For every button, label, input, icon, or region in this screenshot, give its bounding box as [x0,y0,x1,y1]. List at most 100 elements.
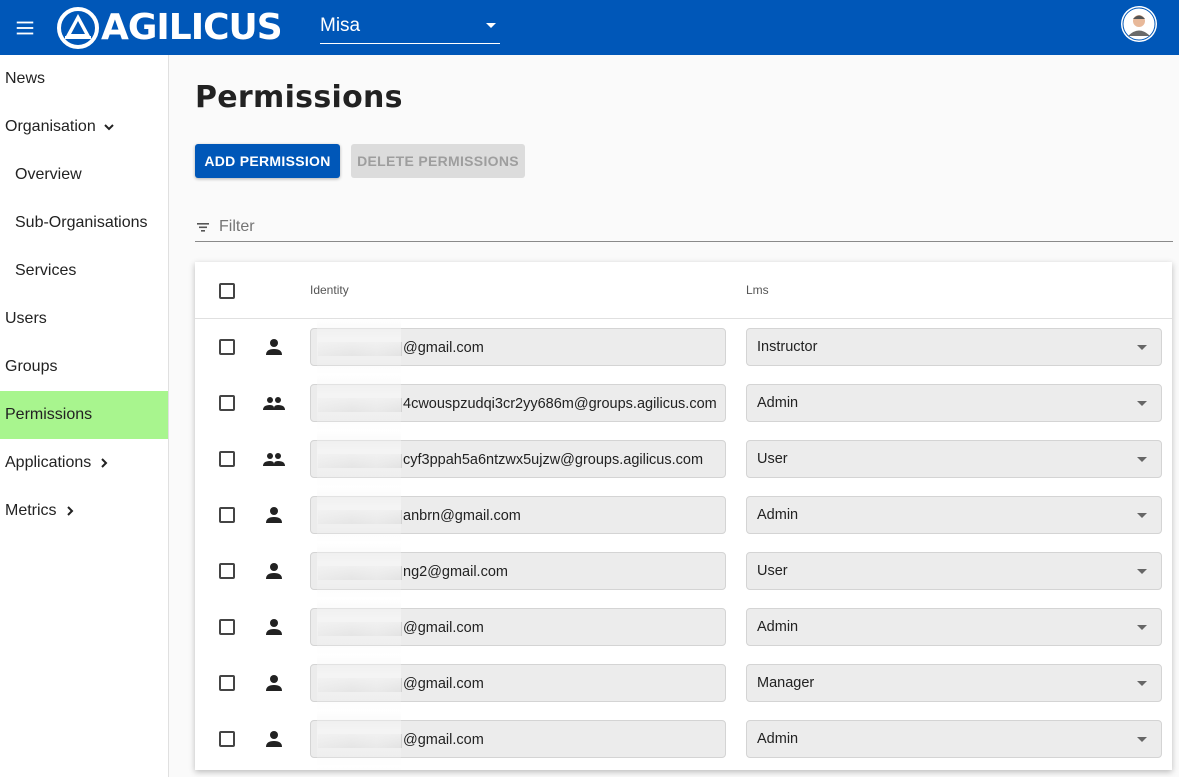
lms-role-select[interactable]: Admin [746,608,1162,646]
lms-role-value: Admin [757,731,799,747]
redacted-area [318,398,402,412]
identity-field[interactable]: @gmail.com [310,608,726,646]
person-icon [261,671,287,695]
redacted-area [318,622,402,636]
redacted-area [318,734,402,748]
row-checkbox[interactable] [219,563,235,579]
sidebar-item-label: Metrics [5,502,57,519]
lms-role-select[interactable]: Manager [746,664,1162,702]
sidebar-item-overview[interactable]: Overview [0,151,168,199]
dropdown-arrow-icon [1137,736,1147,742]
identity-value: @gmail.com [403,676,484,692]
column-header-identity: Identity [310,283,349,297]
sidebar-item-news[interactable]: News [0,55,168,103]
dropdown-arrow-icon [1137,400,1147,406]
redacted-area [318,342,402,356]
sidebar-item-label: Sub-Organisations [15,214,148,231]
lms-role-value: Admin [757,619,799,635]
add-permission-button[interactable]: ADD PERMISSION [195,144,340,178]
logo-text: AGILICUS [101,6,283,48]
identity-field[interactable]: 4cwouspzudqi3cr2yy686m@groups.agilicus.c… [310,384,726,422]
group-icon [261,447,287,471]
sidebar-item-groups[interactable]: Groups [0,343,168,391]
redacted-area [318,566,402,580]
sidebar-item-metrics[interactable]: Metrics [0,487,168,535]
identity-field[interactable]: @gmail.com [310,664,726,702]
select-all-checkbox[interactable] [219,283,235,299]
main-content: Permissions ADD PERMISSION DELETE PERMIS… [169,55,1179,777]
hamburger-menu-icon [16,21,34,34]
top-app-bar: AGILICUS Misa [0,0,1179,55]
sidebar-item-applications[interactable]: Applications [0,439,168,487]
row-checkbox[interactable] [219,619,235,635]
sidebar-item-users[interactable]: Users [0,295,168,343]
menu-button[interactable] [0,0,50,55]
dropdown-arrow-icon [1137,624,1147,630]
redacted-area [318,454,402,468]
row-checkbox[interactable] [219,339,235,355]
organisation-select-value: Misa [320,14,361,36]
identity-value: cyf3ppah5a6ntzwx5ujzw@groups.agilicus.co… [403,452,704,468]
chevron-right-icon [97,456,111,470]
sidebar-item-label: News [5,70,46,87]
person-icon [261,615,287,639]
lms-role-select[interactable]: User [746,440,1162,478]
table-row: ng2@gmail.com User [195,543,1172,599]
row-checkbox[interactable] [219,395,235,411]
delete-permissions-button[interactable]: DELETE PERMISSIONS [351,144,525,178]
table-row: @gmail.com Admin [195,711,1172,767]
dropdown-arrow-icon [1137,568,1147,574]
person-icon [261,559,287,583]
person-icon [261,503,287,527]
lms-role-select[interactable]: Instructor [746,328,1162,366]
lms-role-select[interactable]: Admin [746,720,1162,758]
identity-field[interactable]: @gmail.com [310,720,726,758]
identity-value: @gmail.com [403,732,484,748]
filter-input[interactable] [219,218,1119,236]
dropdown-arrow-icon [1137,456,1147,462]
identity-value: anbrn@gmail.com [403,508,521,524]
sidebar-item-permissions[interactable]: Permissions [0,391,168,439]
identity-value: 4cwouspzudqi3cr2yy686m@groups.agilicus.c… [403,396,717,412]
lms-role-select[interactable]: Admin [746,496,1162,534]
table-row: anbrn@gmail.com Admin [195,487,1172,543]
sidebar-item-organisation[interactable]: Organisation [0,103,168,151]
lms-role-value: User [757,563,788,579]
lms-role-value: Admin [757,395,799,411]
row-checkbox[interactable] [219,451,235,467]
sidebar-item-label: Permissions [5,406,93,423]
row-checkbox[interactable] [219,507,235,523]
lms-role-select[interactable]: Admin [746,384,1162,422]
row-checkbox[interactable] [219,731,235,747]
table-row: @gmail.com Manager [195,655,1172,711]
lms-role-value: Instructor [757,339,818,355]
table-header: Identity Lms [195,262,1172,319]
user-avatar[interactable] [1121,6,1157,42]
page-title: Permissions [195,80,403,115]
sidebar-nav: News Organisation Overview Sub-Organisat… [0,55,169,777]
identity-field[interactable]: ng2@gmail.com [310,552,726,590]
sidebar-item-label: Groups [5,358,58,375]
dropdown-arrow-icon [1137,344,1147,350]
group-icon [261,391,287,415]
identity-field[interactable]: @gmail.com [310,328,726,366]
column-header-lms: Lms [746,283,769,297]
identity-value: @gmail.com [403,340,484,356]
sidebar-item-label: Overview [15,166,82,183]
agilicus-logo[interactable]: AGILICUS [57,0,283,55]
sidebar-item-sub-organisations[interactable]: Sub-Organisations [0,199,168,247]
lms-role-select[interactable]: User [746,552,1162,590]
identity-field[interactable]: anbrn@gmail.com [310,496,726,534]
sidebar-item-label: Services [15,262,77,279]
filter-field [195,213,1173,242]
chevron-down-icon [102,120,116,134]
sidebar-item-label: Applications [5,454,92,471]
row-checkbox[interactable] [219,675,235,691]
identity-field[interactable]: cyf3ppah5a6ntzwx5ujzw@groups.agilicus.co… [310,440,726,478]
sidebar-item-services[interactable]: Services [0,247,168,295]
dropdown-arrow-icon [1137,512,1147,518]
organisation-select[interactable]: Misa [320,8,500,44]
lms-role-value: Manager [757,675,815,691]
dropdown-arrow-icon [1137,680,1147,686]
lms-role-value: User [757,451,788,467]
